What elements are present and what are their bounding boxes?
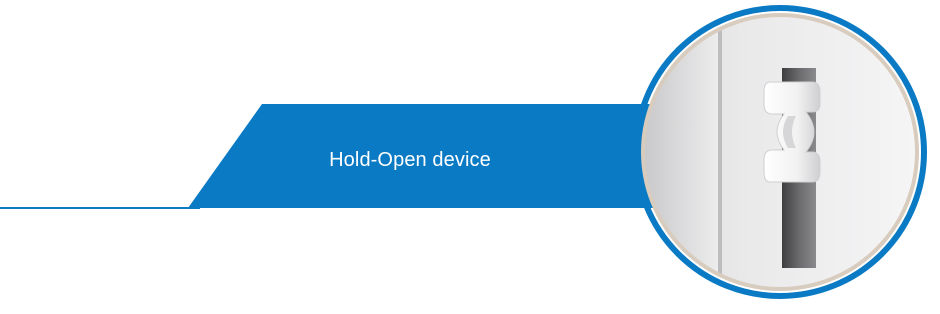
banner-title: Hold-Open device bbox=[329, 149, 491, 171]
